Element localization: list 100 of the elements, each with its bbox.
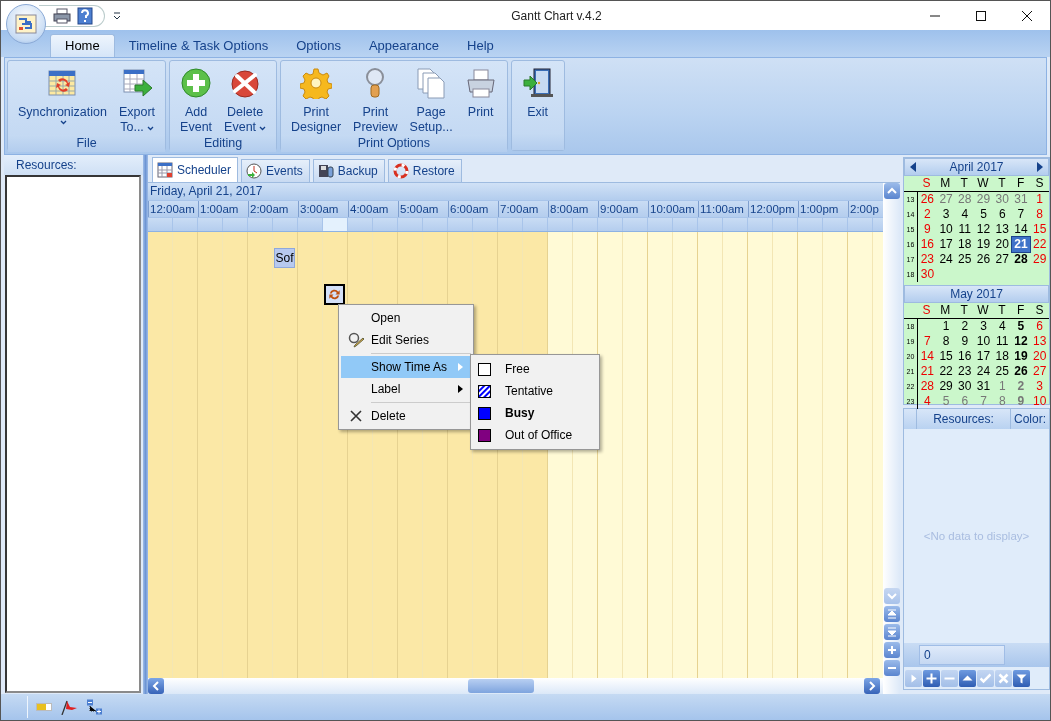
ribbon-tab[interactable]: Appearance — [354, 35, 454, 57]
scroll-right-button[interactable] — [864, 678, 880, 694]
calendar-day[interactable]: 5 — [1011, 319, 1031, 334]
calendar-day[interactable]: 18 — [955, 237, 975, 252]
zoom-in-button[interactable] — [883, 642, 900, 658]
ribbon-tab[interactable]: Timeline & Task Options — [114, 35, 283, 57]
navigator-button[interactable] — [923, 669, 940, 687]
view-tab[interactable]: Backup — [312, 159, 385, 182]
calendar-day[interactable]: 25 — [992, 364, 1012, 379]
calendar-day[interactable]: 8 — [992, 394, 1012, 409]
menu-item[interactable]: Label — [341, 378, 471, 400]
calendar-day[interactable]: 27 — [992, 252, 1012, 267]
column-header[interactable]: Color: — [1011, 409, 1049, 429]
ribbon-tab[interactable]: Help — [453, 35, 508, 57]
navigator-button[interactable] — [959, 669, 976, 687]
calendar-day[interactable]: 9 — [918, 222, 937, 237]
calendar-day[interactable]: 2 — [918, 207, 937, 222]
calendar-day[interactable]: 3 — [936, 207, 956, 222]
calendar-day[interactable]: 20 — [992, 237, 1012, 252]
calendar-day[interactable]: 23 — [918, 252, 937, 267]
calendar-day[interactable]: 28 — [1011, 252, 1031, 267]
menu-item[interactable]: Show Time As — [341, 356, 471, 378]
calendar-day[interactable]: 26 — [1011, 364, 1031, 379]
ribbon-button[interactable]: Print Preview — [349, 61, 402, 135]
calendar-day[interactable]: 11 — [955, 222, 975, 237]
ribbon-button[interactable]: Delete Event — [220, 61, 271, 135]
calendar-day[interactable]: 7 — [1011, 207, 1031, 222]
calendar-day[interactable]: 30 — [918, 267, 937, 282]
close-icon[interactable] — [1022, 10, 1032, 21]
calendar-day[interactable]: 27 — [936, 192, 956, 207]
view-tab[interactable]: Events — [241, 159, 310, 182]
calendar-day[interactable]: 31 — [974, 379, 993, 394]
calendar-day[interactable]: 4 — [955, 207, 975, 222]
calendar-day[interactable]: 23 — [955, 364, 975, 379]
calendar-day[interactable]: 28 — [955, 192, 975, 207]
calendar-day[interactable]: 13 — [1030, 334, 1050, 349]
calendar-day[interactable]: 31 — [1011, 192, 1031, 207]
printer-icon[interactable] — [53, 7, 71, 24]
menu-item[interactable]: Free — [473, 358, 597, 380]
ribbon-tab[interactable]: Home — [50, 34, 115, 57]
ribbon-button[interactable]: Export To... — [114, 61, 160, 135]
column-header[interactable]: Resources: — [917, 409, 1011, 429]
calendar-day[interactable]: 28 — [918, 379, 937, 394]
appointment[interactable]: Sof — [274, 248, 295, 268]
calendar-day[interactable]: 30 — [992, 192, 1012, 207]
calendar-day[interactable]: 16 — [955, 349, 975, 364]
calendar-day[interactable]: 25 — [955, 252, 975, 267]
calendar-day[interactable]: 10 — [936, 222, 956, 237]
appointment[interactable] — [324, 284, 345, 305]
calendar-day[interactable]: 3 — [974, 319, 993, 334]
calendar-day[interactable]: 29 — [936, 379, 956, 394]
menu-item[interactable]: Open — [341, 307, 471, 329]
calendar-day[interactable]: 22 — [1030, 237, 1050, 252]
previous-month-icon[interactable] — [909, 162, 917, 172]
maximize-icon[interactable] — [976, 10, 986, 21]
navigator-button[interactable] — [1013, 669, 1030, 687]
ribbon-button[interactable]: Exit — [517, 61, 558, 133]
calendar-day[interactable]: 19 — [974, 237, 993, 252]
scroll-left-button[interactable] — [148, 678, 164, 694]
calendar-day[interactable]: 14 — [918, 349, 937, 364]
calendar-day[interactable]: 26 — [974, 252, 993, 267]
ribbon-button[interactable]: Page Setup... — [405, 61, 457, 135]
menu-item[interactable]: Busy — [473, 402, 597, 424]
ribbon-tab[interactable]: Options — [282, 35, 355, 57]
calendar-day[interactable]: 11 — [992, 334, 1012, 349]
calendar-day[interactable]: 2 — [1011, 379, 1031, 394]
calendar-day[interactable]: 6 — [992, 207, 1012, 222]
ribbon-button[interactable]: Synchronization — [14, 61, 111, 135]
menu-item[interactable]: Out of Office — [473, 424, 597, 446]
menu-item[interactable]: Tentative — [473, 380, 597, 402]
calendar-day[interactable]: 6 — [1030, 319, 1050, 334]
calendar-day[interactable]: 2 — [955, 319, 975, 334]
ribbon-button[interactable]: Print — [460, 61, 501, 135]
calendar-day[interactable]: 5 — [974, 207, 993, 222]
calendar-day[interactable]: 18 — [992, 349, 1012, 364]
calendar-day[interactable]: 21 — [1011, 237, 1031, 252]
calendar-day[interactable]: 10 — [974, 334, 993, 349]
horizontal-scrollbar[interactable] — [148, 678, 883, 694]
menu-item[interactable]: Delete — [341, 405, 471, 427]
collapse-all-button[interactable] — [883, 624, 900, 640]
zoom-out-button[interactable] — [883, 660, 900, 676]
expand-all-button[interactable] — [883, 606, 900, 622]
ribbon-button[interactable]: Add Event — [176, 61, 217, 135]
calendar-day[interactable]: 4 — [918, 394, 937, 409]
calendar-day[interactable]: 29 — [1030, 252, 1050, 267]
view-tab[interactable]: Scheduler — [152, 157, 239, 182]
calendar-day[interactable]: 9 — [955, 334, 975, 349]
calendar-day[interactable]: 24 — [974, 364, 993, 379]
calendar-day[interactable]: 15 — [1030, 222, 1050, 237]
scroll-thumb[interactable] — [468, 679, 534, 693]
next-month-icon[interactable] — [1036, 162, 1044, 172]
calendar-day[interactable]: 6 — [955, 394, 975, 409]
calendar-day[interactable]: 24 — [936, 252, 956, 267]
calendar-day[interactable]: 29 — [974, 192, 993, 207]
calendar-day[interactable]: 7 — [918, 334, 937, 349]
menu-item[interactable]: Edit Series — [341, 329, 471, 351]
calendar-day[interactable]: 20 — [1030, 349, 1050, 364]
calendar-day[interactable]: 1 — [936, 319, 956, 334]
scroll-up-button[interactable] — [883, 183, 900, 199]
calendar-day[interactable]: 21 — [918, 364, 937, 379]
